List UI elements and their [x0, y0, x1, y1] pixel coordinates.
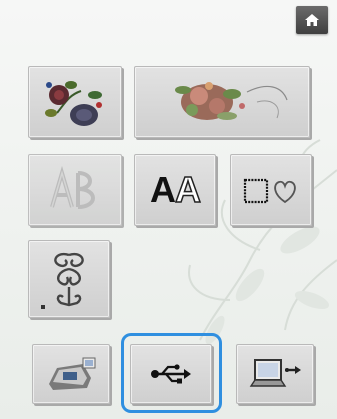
floral-embroidery-icon — [45, 81, 102, 126]
bouquet-embroidery-button[interactable] — [134, 66, 310, 138]
bouquet-embroidery-icon — [175, 82, 288, 120]
single-embroidery-button[interactable] — [28, 66, 122, 138]
home-button[interactable] — [296, 6, 328, 34]
usb-selection-highlight — [121, 333, 222, 413]
sewing-machine-icon — [49, 357, 96, 390]
monogram-icon — [50, 165, 95, 209]
embroidery-selection-screen: AA — [0, 0, 337, 419]
machine-memory-button[interactable] — [32, 344, 110, 404]
character-font-icon: AA — [150, 168, 202, 211]
computer-transfer-icon — [249, 359, 301, 387]
decorative-motif-button[interactable] — [28, 240, 110, 318]
scroll-motif-icon — [41, 252, 84, 309]
character-button[interactable]: AA — [134, 154, 216, 226]
frame-heart-icon — [243, 178, 296, 204]
home-icon — [305, 14, 319, 26]
frame-button[interactable] — [230, 154, 312, 226]
computer-transfer-button[interactable] — [236, 344, 314, 404]
monogram-button[interactable] — [28, 154, 122, 226]
